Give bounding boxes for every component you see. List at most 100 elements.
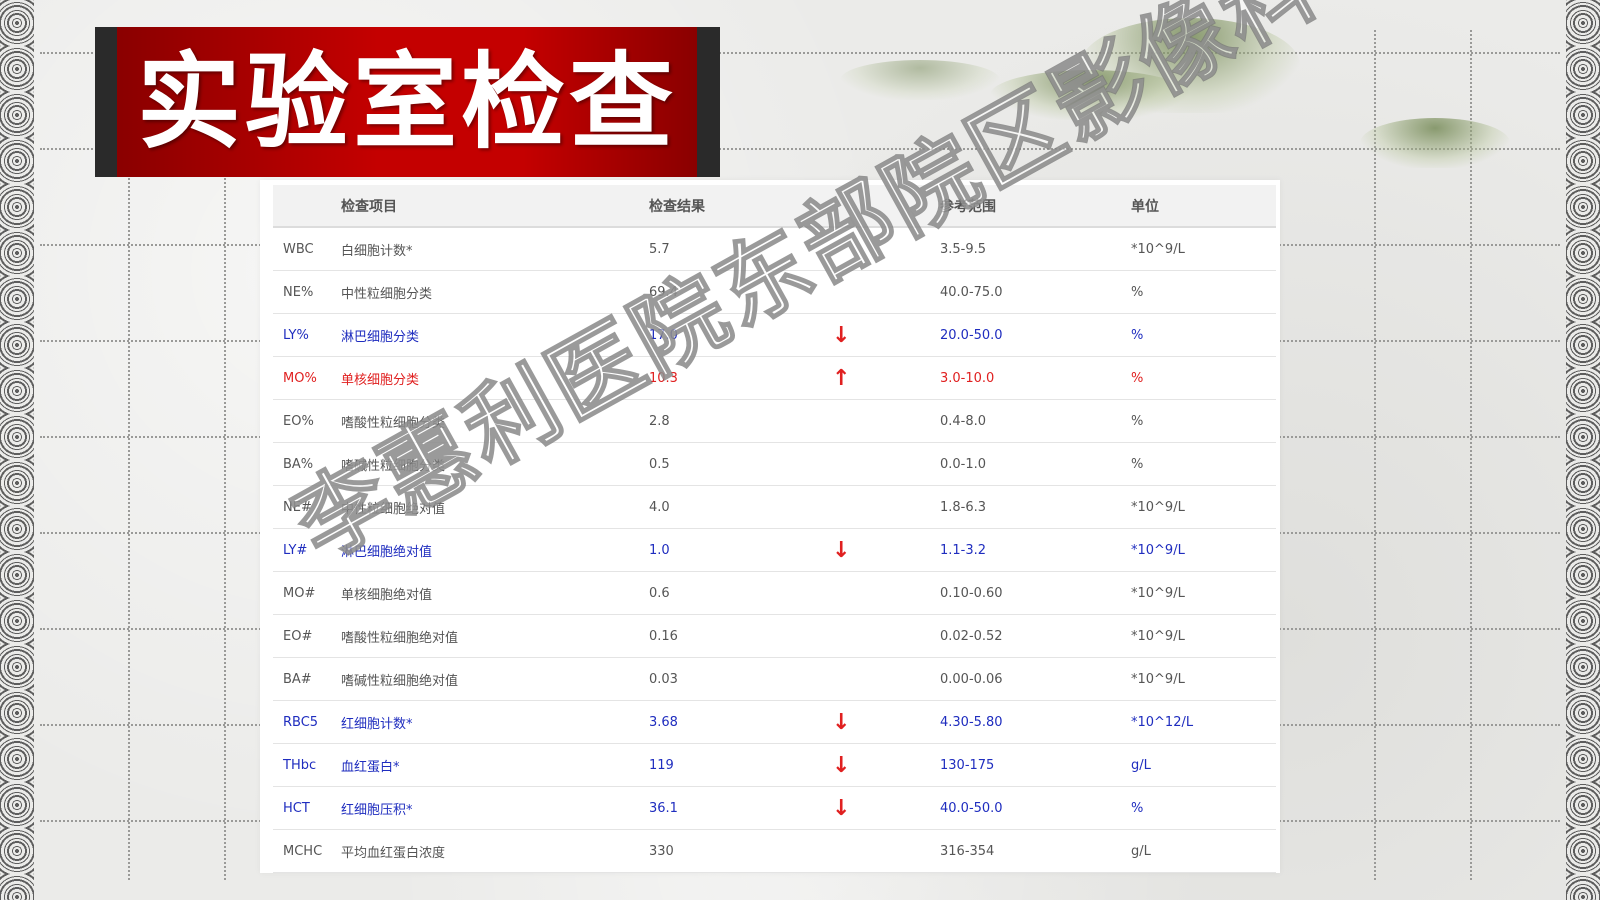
cell-result: 119 — [649, 743, 832, 787]
header-range: 参考范围 — [940, 185, 1131, 228]
cell-flag — [832, 614, 940, 658]
cell-unit: *10^9/L — [1131, 614, 1276, 658]
cell-code: EO# — [273, 614, 341, 658]
cell-code: NE% — [273, 270, 341, 314]
cell-reference-range: 316-354 — [940, 829, 1131, 873]
cell-result: 0.6 — [649, 571, 832, 615]
cell-code: BA# — [273, 657, 341, 701]
cell-result: 17.0 — [649, 313, 832, 357]
table-row: MO% 单核细胞分类 10.3 ↑ 3.0-10.0% — [273, 356, 1276, 400]
cell-code: NE# — [273, 485, 341, 529]
lab-results-table: 检查项目 检查结果 参考范围 单位 WBC 白细胞计数* 5.7 3.5-9.5 *10… — [273, 185, 1276, 873]
table-body: WBC 白细胞计数* 5.7 3.5-9.5 *10^9/L NE% 中性粒细胞分类 69.4… — [273, 227, 1276, 873]
table-row: MO# 单核细胞绝对值 0.6 0.10-0.60 *10^9/L — [273, 571, 1276, 615]
table-row: LY% 淋巴细胞分类 17.0 ↓ 20.0-50.0% — [273, 313, 1276, 357]
cell-reference-range: 4.30-5.80 — [940, 700, 1131, 744]
lab-results-panel: 检查项目 检查结果 参考范围 单位 WBC 白细胞计数* 5.7 3.5-9.5 *10… — [260, 180, 1280, 873]
header-code — [273, 185, 341, 228]
cell-unit: *10^9/L — [1131, 571, 1276, 615]
cell-code: RBC5 — [273, 700, 341, 744]
cell-reference-range: 40.0-75.0 — [940, 270, 1131, 314]
cell-flag — [832, 485, 940, 529]
cell-flag: ↓ — [832, 700, 940, 744]
cell-reference-range: 1.8-6.3 — [940, 485, 1131, 529]
mountain-decoration — [990, 70, 1190, 120]
cell-item-name: 淋巴细胞分类 — [341, 313, 649, 357]
table-header-row: 检查项目 检查结果 参考范围 单位 — [273, 185, 1276, 228]
table-row: BA# 嗜碱性粒细胞绝对值 0.03 0.00-0.06 *10^9/L — [273, 657, 1276, 701]
page-title: 实验室检查 — [136, 40, 677, 163]
cell-item-name: 中性粒细胞分类 — [341, 270, 649, 314]
cell-flag — [832, 657, 940, 701]
cell-reference-range: 20.0-50.0 — [940, 313, 1131, 357]
table-row: MCHC 平均血红蛋白浓度 330 316-354 g/L — [273, 829, 1276, 873]
cell-reference-range: 0.10-0.60 — [940, 571, 1131, 615]
cell-code: MCHC — [273, 829, 341, 873]
cell-code: MO% — [273, 356, 341, 400]
cell-flag — [832, 227, 940, 271]
table-row: LY# 淋巴细胞绝对值 1.0 ↓ 1.1-3.2 *10^9/L — [273, 528, 1276, 572]
title-banner-red: 实验室检查 — [117, 27, 697, 177]
cell-unit: g/L — [1131, 743, 1276, 787]
table-row: EO# 嗜酸性粒细胞绝对值 0.16 0.02-0.52 *10^9/L — [273, 614, 1276, 658]
table-row: WBC 白细胞计数* 5.7 3.5-9.5 *10^9/L — [273, 227, 1276, 271]
cell-code: EO% — [273, 399, 341, 443]
cell-flag — [832, 270, 940, 314]
cell-reference-range: 0.00-0.06 — [940, 657, 1131, 701]
cell-code: BA% — [273, 442, 341, 486]
cell-item-name: 红细胞计数* — [341, 700, 649, 744]
cell-flag — [832, 829, 940, 873]
cell-flag: ↑ — [832, 356, 940, 400]
cell-result: 0.16 — [649, 614, 832, 658]
cell-unit: % — [1131, 356, 1276, 400]
cell-item-name: 嗜酸性粒细胞分类 — [341, 399, 649, 443]
cell-flag — [832, 571, 940, 615]
cloud-pattern-border-right — [1566, 0, 1600, 900]
mountain-decoration — [840, 60, 1000, 100]
mountain-decoration — [1360, 118, 1510, 168]
cell-unit: *10^9/L — [1131, 657, 1276, 701]
table-row: BA% 嗜碱性粒细胞分类 0.5 0.0-1.0% — [273, 442, 1276, 486]
cell-flag — [832, 442, 940, 486]
cell-unit: % — [1131, 313, 1276, 357]
title-banner: 实验室检查 — [95, 27, 720, 177]
cell-item-name: 中性粒细胞绝对值 — [341, 485, 649, 529]
cell-result: 1.0 — [649, 528, 832, 572]
cell-result: 3.68 — [649, 700, 832, 744]
cell-flag: ↓ — [832, 528, 940, 572]
cell-reference-range: 1.1-3.2 — [940, 528, 1131, 572]
cell-code: WBC — [273, 227, 341, 271]
cloud-pattern-border-left — [0, 0, 34, 900]
header-flag — [832, 185, 940, 228]
header-item: 检查项目 — [341, 185, 649, 228]
cell-code: MO# — [273, 571, 341, 615]
cell-unit: % — [1131, 786, 1276, 830]
cell-result: 0.03 — [649, 657, 832, 701]
table-row: RBC5 红细胞计数* 3.68 ↓ 4.30-5.80 *10^12/L — [273, 700, 1276, 744]
cell-result: 10.3 — [649, 356, 832, 400]
cell-reference-range: 40.0-50.0 — [940, 786, 1131, 830]
cell-result: 69.4 — [649, 270, 832, 314]
cell-code: THbc — [273, 743, 341, 787]
cell-item-name: 嗜碱性粒细胞绝对值 — [341, 657, 649, 701]
table-row: EO% 嗜酸性粒细胞分类 2.8 0.4-8.0% — [273, 399, 1276, 443]
table-row: THbc 血红蛋白* 119 ↓ 130-175 g/L — [273, 743, 1276, 787]
table-row: NE% 中性粒细胞分类 69.4 40.0-75.0% — [273, 270, 1276, 314]
cell-item-name: 单核细胞分类 — [341, 356, 649, 400]
header-unit: 单位 — [1131, 185, 1276, 228]
cell-unit: g/L — [1131, 829, 1276, 873]
cell-unit: *10^9/L — [1131, 227, 1276, 271]
cell-flag — [832, 399, 940, 443]
cell-result: 5.7 — [649, 227, 832, 271]
header-result: 检查结果 — [649, 185, 832, 228]
cell-flag: ↓ — [832, 313, 940, 357]
cell-result: 36.1 — [649, 786, 832, 830]
cell-reference-range: 3.5-9.5 — [940, 227, 1131, 271]
cell-unit: *10^12/L — [1131, 700, 1276, 744]
cell-code: HCT — [273, 786, 341, 830]
cell-reference-range: 0.02-0.52 — [940, 614, 1131, 658]
cell-item-name: 平均血红蛋白浓度 — [341, 829, 649, 873]
cell-unit: *10^9/L — [1131, 528, 1276, 572]
cell-result: 0.5 — [649, 442, 832, 486]
cell-result: 330 — [649, 829, 832, 873]
